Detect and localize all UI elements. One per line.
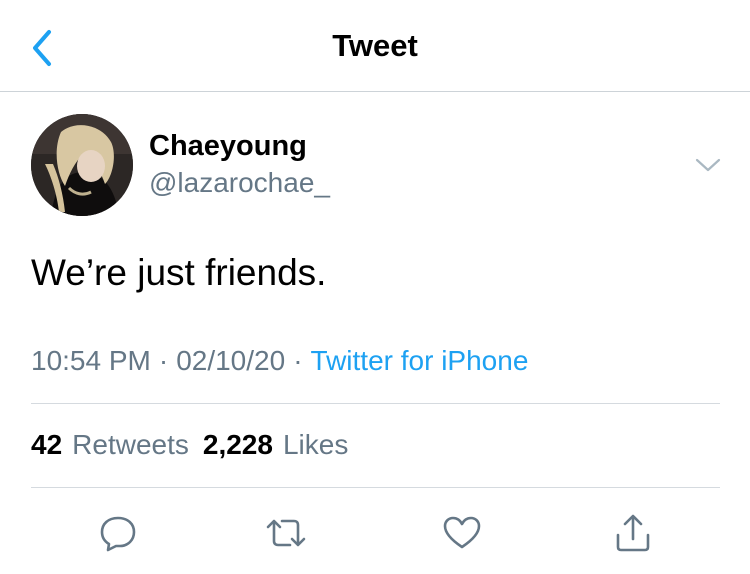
tweet-source-link[interactable]: Twitter for iPhone <box>311 345 529 376</box>
author-handle[interactable]: @lazarochae_ <box>149 167 330 199</box>
retweets-label[interactable]: Retweets <box>72 429 189 460</box>
tweet-text: We’re just friends. <box>31 252 327 293</box>
navigation-bar: Tweet <box>0 0 750 92</box>
share-button[interactable] <box>611 512 655 554</box>
divider <box>31 487 720 488</box>
divider <box>31 403 720 404</box>
meta-separator: · <box>293 345 303 376</box>
reply-button[interactable] <box>96 512 140 554</box>
likes-count[interactable]: 2,228 <box>203 429 273 460</box>
tweet-metadata: 10:54 PM · 02/10/20 · Twitter for iPhone <box>31 345 528 377</box>
page-title: Tweet <box>332 28 418 63</box>
retweets-count[interactable]: 42 <box>31 429 62 460</box>
like-button[interactable] <box>440 512 484 554</box>
share-icon <box>616 514 650 552</box>
more-options-button[interactable] <box>690 150 726 180</box>
likes-label[interactable]: Likes <box>283 429 348 460</box>
reply-icon <box>100 516 136 552</box>
avatar[interactable] <box>31 114 133 216</box>
tweet-time: 10:54 PM <box>31 345 151 376</box>
chevron-down-icon <box>695 158 721 172</box>
author-display-name[interactable]: Chaeyoung <box>149 130 307 163</box>
retweet-button[interactable] <box>264 512 308 554</box>
like-icon <box>443 516 481 549</box>
tweet-date: 02/10/20 <box>176 345 286 376</box>
avatar-image <box>31 114 133 216</box>
retweet-icon <box>266 519 306 547</box>
tweet-stats: 42 Retweets 2,228 Likes <box>31 429 362 461</box>
meta-separator: · <box>158 345 169 376</box>
